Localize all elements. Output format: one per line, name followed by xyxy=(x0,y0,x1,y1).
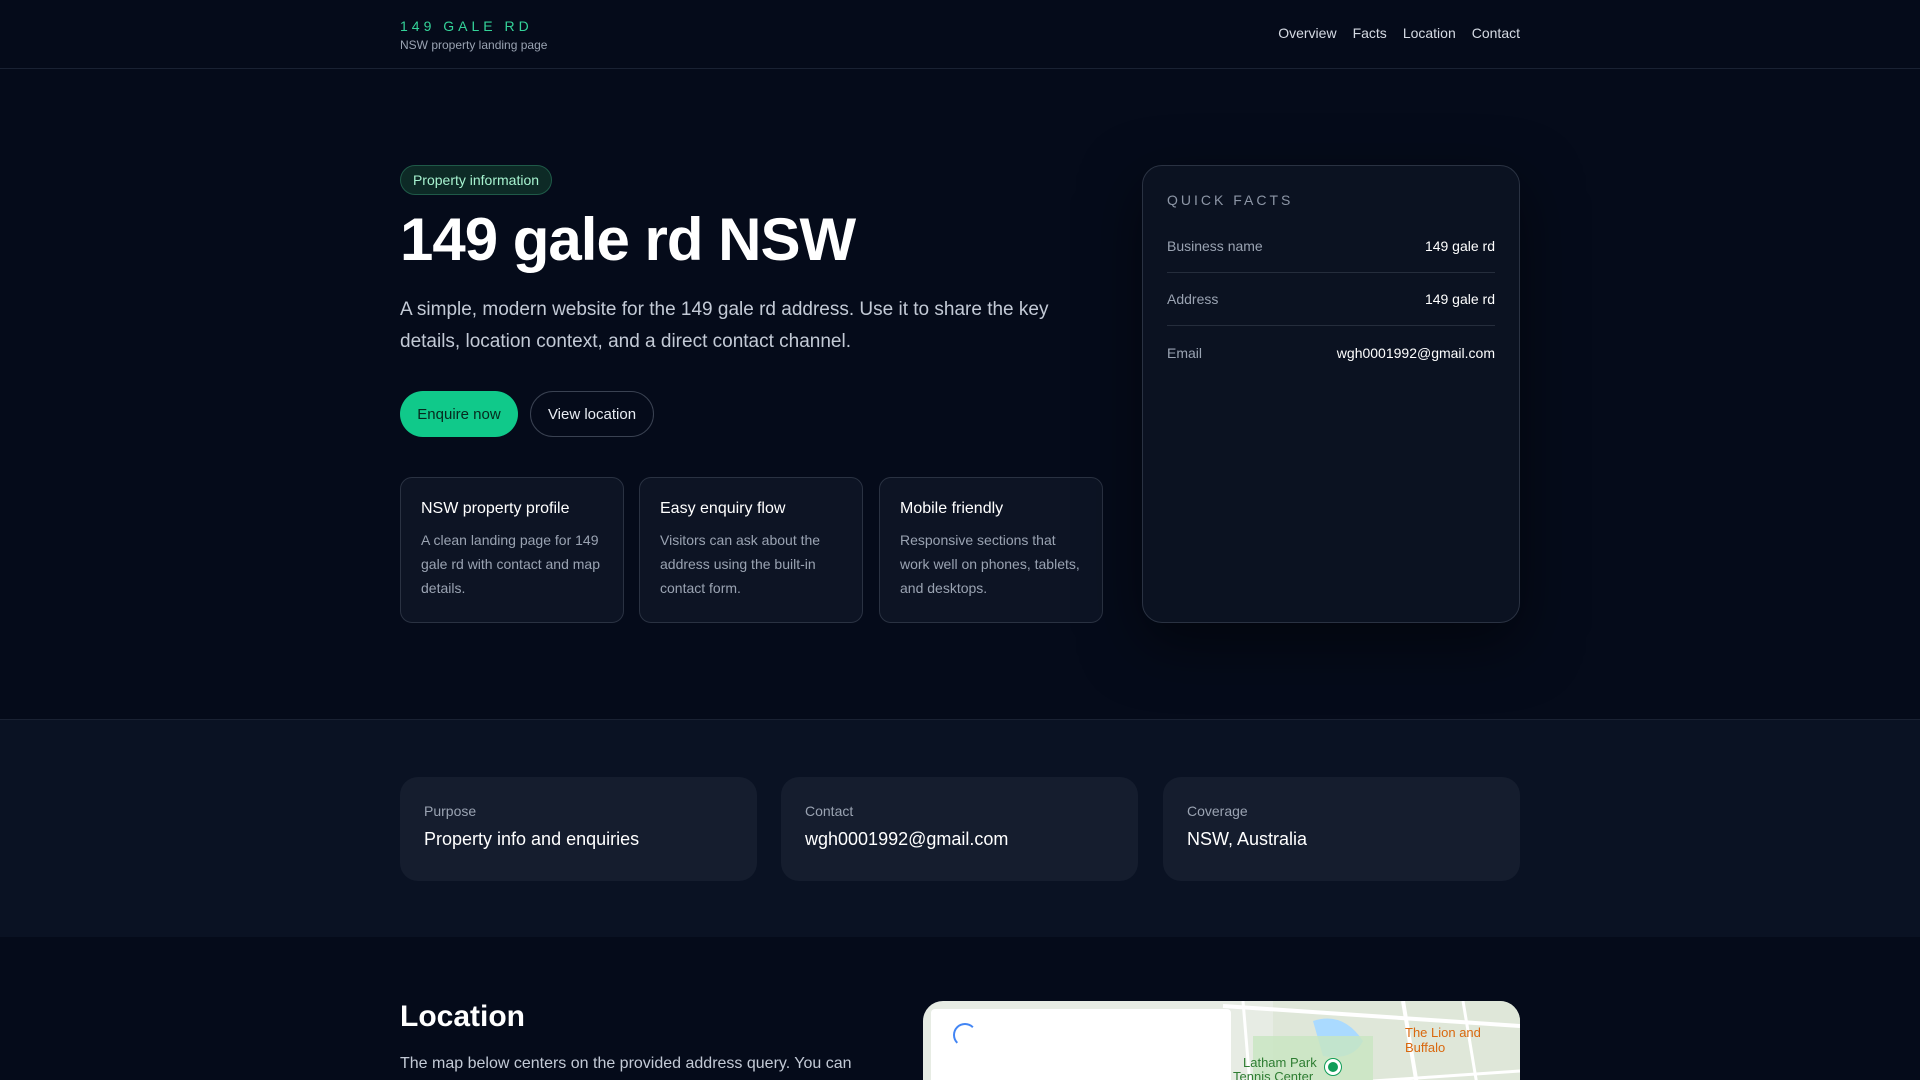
location-description: The map below centers on the provided ad… xyxy=(400,1055,852,1072)
feature-card-profile: NSW property profile A clean landing pag… xyxy=(400,477,624,623)
nav-facts[interactable]: Facts xyxy=(1353,25,1387,41)
feature-card-mobile: Mobile friendly Responsive sections that… xyxy=(879,477,1103,623)
info-value: Property info and enquiries xyxy=(424,829,640,849)
property-info-badge: Property information xyxy=(400,165,552,195)
info-value[interactable]: wgh0001992@gmail.com xyxy=(805,829,1114,850)
map-info-panel xyxy=(931,1009,1231,1080)
location-title: Location xyxy=(400,1000,525,1033)
info-value: NSW, Australia xyxy=(1187,829,1308,849)
info-card-purpose: Purpose Property info and enquiries xyxy=(400,777,757,881)
map-poi-label: The Lion and Buffalo xyxy=(1405,1025,1481,1055)
embedded-map[interactable]: The Lion and Buffalo Latham Park Tennis … xyxy=(923,1001,1520,1080)
top-navigation-bar: 149 GALE RD NSW property landing page Ov… xyxy=(0,0,1920,69)
info-label: Purpose xyxy=(424,803,477,819)
main-nav: Overview Facts Location Contact xyxy=(1278,25,1520,41)
feature-text: Responsive sections that work well on ph… xyxy=(900,532,1080,596)
brand[interactable]: 149 GALE RD NSW property landing page xyxy=(400,18,547,52)
fact-value[interactable]: wgh0001992@gmail.com xyxy=(1337,345,1495,361)
brand-title: 149 GALE RD xyxy=(400,18,533,34)
page-title: 149 gale rd NSW xyxy=(400,206,856,273)
brand-subtitle: NSW property landing page xyxy=(400,38,548,52)
nav-location[interactable]: Location xyxy=(1403,25,1456,41)
fact-label: Address xyxy=(1167,291,1219,307)
quick-facts-card: QUICK FACTS Business name 149 gale rd Ad… xyxy=(1142,165,1520,623)
feature-title: Mobile friendly xyxy=(900,500,1004,517)
loading-spinner-icon xyxy=(953,1023,977,1047)
feature-text: A clean landing page for 149 gale rd wit… xyxy=(421,532,600,596)
info-card-coverage: Coverage NSW, Australia xyxy=(1163,777,1520,881)
map-pin-icon[interactable] xyxy=(1325,1059,1341,1075)
info-band: Purpose Property info and enquiries Cont… xyxy=(0,719,1920,937)
info-label: Coverage xyxy=(1187,803,1248,819)
fact-label: Email xyxy=(1167,344,1203,361)
info-card-contact: Contact wgh0001992@gmail.com xyxy=(781,777,1138,881)
nav-overview[interactable]: Overview xyxy=(1278,25,1336,41)
map-park-label: Latham Park xyxy=(1243,1055,1317,1070)
view-location-button[interactable]: View location xyxy=(530,391,654,437)
map-park-label-2: Tennis Center xyxy=(1233,1069,1314,1080)
fact-row-business-name: Business name 149 gale rd xyxy=(1167,220,1495,273)
feature-title: Easy enquiry flow xyxy=(660,500,786,517)
hero-description: A simple, modern website for the 149 gal… xyxy=(400,299,1049,352)
feature-title: NSW property profile xyxy=(421,500,570,517)
fact-row-address: Address 149 gale rd xyxy=(1167,273,1495,326)
fact-value: 149 gale rd xyxy=(1424,238,1495,254)
quick-facts-title: QUICK FACTS xyxy=(1167,192,1294,208)
feature-card-enquiry: Easy enquiry flow Visitors can ask about… xyxy=(639,477,863,623)
fact-row-email: Email wgh0001992@gmail.com xyxy=(1167,326,1495,379)
fact-label: Business name xyxy=(1167,238,1263,254)
fact-value: 149 gale rd xyxy=(1424,291,1495,307)
nav-contact[interactable]: Contact xyxy=(1472,25,1520,41)
enquire-now-button[interactable]: Enquire now xyxy=(400,391,518,437)
feature-text: Visitors can ask about the address using… xyxy=(660,532,821,596)
info-label: Contact xyxy=(805,803,854,819)
